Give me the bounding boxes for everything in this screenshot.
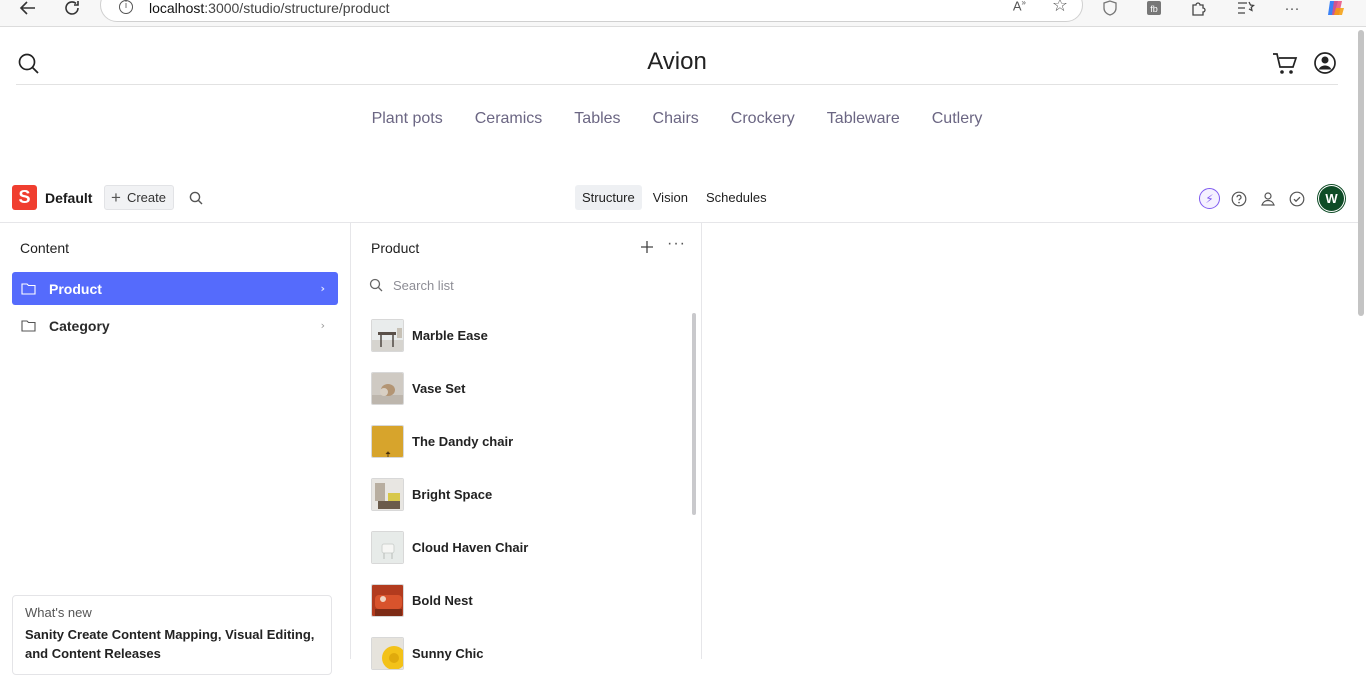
list-item[interactable]: Marble Ease bbox=[371, 313, 691, 357]
folder-icon bbox=[21, 319, 36, 332]
extension-icon[interactable]: fb bbox=[1144, 0, 1164, 18]
nav-link-cutlery[interactable]: Cutlery bbox=[932, 110, 983, 128]
tab-vision[interactable]: Vision bbox=[646, 185, 695, 210]
whats-new-title: What's new bbox=[25, 605, 92, 620]
svg-text:fb: fb bbox=[1150, 4, 1158, 14]
content-item-label: Product bbox=[49, 280, 102, 297]
nav-link-chairs[interactable]: Chairs bbox=[653, 110, 699, 128]
nav-link-plant-pots[interactable]: Plant pots bbox=[372, 110, 443, 128]
help-icon[interactable] bbox=[1228, 188, 1249, 209]
presence-users-icon[interactable] bbox=[1257, 188, 1278, 209]
whats-new-card[interactable]: What's new Sanity Create Content Mapping… bbox=[12, 595, 332, 675]
page-scrollbar[interactable] bbox=[1358, 30, 1364, 316]
address-bar[interactable]: i localhost:3000/studio/structure/produc… bbox=[100, 0, 1083, 22]
document-pane-empty bbox=[702, 223, 1358, 659]
list-scrollbar[interactable] bbox=[692, 313, 696, 515]
list-item[interactable]: Bold Nest bbox=[371, 578, 691, 622]
list-item-label: Bright Space bbox=[412, 486, 493, 502]
shield-extension-icon[interactable] bbox=[1100, 0, 1120, 18]
reload-icon[interactable] bbox=[60, 0, 84, 20]
product-pane-title: Product bbox=[371, 240, 420, 256]
thumbnail-sunny bbox=[371, 636, 404, 670]
search-list-input[interactable] bbox=[393, 277, 673, 293]
user-avatar[interactable]: W bbox=[1319, 186, 1344, 211]
favorite-star-icon[interactable]: ☆ bbox=[1052, 0, 1068, 16]
chevron-right-icon: › bbox=[320, 282, 325, 295]
tool-tabs: Structure Vision Schedules bbox=[575, 185, 774, 210]
nav-link-tableware[interactable]: Tableware bbox=[827, 110, 900, 128]
list-item-label: Cloud Haven Chair bbox=[412, 539, 529, 555]
list-item[interactable]: The Dandy chair bbox=[371, 419, 691, 463]
header-divider bbox=[16, 84, 1338, 85]
thumbnail-dandy bbox=[371, 424, 404, 458]
studio-search-icon[interactable] bbox=[189, 191, 203, 205]
list-item[interactable]: Bright Space bbox=[371, 472, 691, 516]
nav-link-ceramics[interactable]: Ceramics bbox=[475, 110, 543, 128]
workspace-name[interactable]: Default bbox=[45, 190, 92, 206]
more-menu-icon[interactable]: ··· bbox=[1282, 0, 1302, 18]
folder-icon bbox=[21, 282, 36, 295]
nav-link-crockery[interactable]: Crockery bbox=[731, 110, 795, 128]
list-item-label: Bold Nest bbox=[412, 592, 473, 608]
create-button[interactable]: + Create bbox=[104, 185, 174, 210]
content-item-category[interactable]: Category › bbox=[12, 309, 338, 342]
list-item[interactable]: Sunny Chic bbox=[371, 631, 691, 675]
url-text[interactable]: localhost:3000/studio/structure/product bbox=[149, 0, 390, 16]
plus-icon: + bbox=[111, 188, 121, 207]
add-document-icon[interactable] bbox=[639, 239, 655, 255]
site-title[interactable]: Avion bbox=[0, 48, 1354, 76]
content-item-product[interactable]: Product › bbox=[12, 272, 338, 305]
read-aloud-icon[interactable]: A» bbox=[1013, 0, 1026, 13]
navbar-actions: ⚡ W bbox=[1199, 186, 1344, 211]
nav-link-tables[interactable]: Tables bbox=[574, 110, 620, 128]
chevron-right-icon: › bbox=[320, 319, 325, 332]
back-arrow-icon[interactable] bbox=[16, 0, 40, 20]
sanity-logo[interactable]: S bbox=[12, 185, 37, 210]
content-item-label: Category bbox=[49, 317, 110, 334]
list-item[interactable]: Vase Set bbox=[371, 366, 691, 410]
content-pane: Content Product › Category › What's new … bbox=[0, 223, 351, 675]
list-item[interactable]: Cloud Haven Chair bbox=[371, 525, 691, 569]
product-pane: Product ··· Marble Ease Vase Set The Dan… bbox=[351, 223, 702, 670]
lightning-icon[interactable]: ⚡ bbox=[1199, 188, 1220, 209]
search-list-field[interactable] bbox=[361, 271, 691, 299]
whats-new-body: Sanity Create Content Mapping, Visual Ed… bbox=[25, 627, 315, 661]
list-item-label: Marble Ease bbox=[412, 327, 488, 343]
puzzle-extensions-icon[interactable] bbox=[1188, 0, 1208, 18]
search-icon bbox=[369, 278, 383, 292]
info-icon[interactable]: i bbox=[119, 0, 133, 14]
tasks-check-icon[interactable] bbox=[1286, 188, 1307, 209]
browser-toolbar: i localhost:3000/studio/structure/produc… bbox=[0, 0, 1366, 27]
category-nav: Plant pots Ceramics Tables Chairs Crocke… bbox=[0, 110, 1354, 128]
tab-schedules[interactable]: Schedules bbox=[699, 185, 774, 210]
copilot-icon[interactable] bbox=[1326, 0, 1346, 18]
tab-structure[interactable]: Structure bbox=[575, 185, 642, 210]
pane-menu-icon[interactable]: ··· bbox=[667, 236, 685, 255]
thumbnail-cloud bbox=[371, 530, 404, 564]
cart-icon[interactable] bbox=[1272, 52, 1298, 76]
thumbnail-marble bbox=[371, 318, 404, 352]
thumbnail-vase bbox=[371, 371, 404, 405]
favorites-list-icon[interactable] bbox=[1236, 0, 1256, 18]
thumbnail-bright bbox=[371, 477, 404, 511]
user-profile-icon[interactable] bbox=[1314, 52, 1336, 74]
create-button-label: Create bbox=[126, 190, 166, 205]
content-pane-title: Content bbox=[20, 240, 70, 256]
list-item-label: Vase Set bbox=[412, 380, 466, 396]
list-item-label: Sunny Chic bbox=[412, 645, 484, 661]
studio-navbar: S Default + Create Structure Vision Sche… bbox=[0, 178, 1358, 223]
thumbnail-bold bbox=[371, 583, 404, 617]
list-item-label: The Dandy chair bbox=[412, 433, 514, 449]
